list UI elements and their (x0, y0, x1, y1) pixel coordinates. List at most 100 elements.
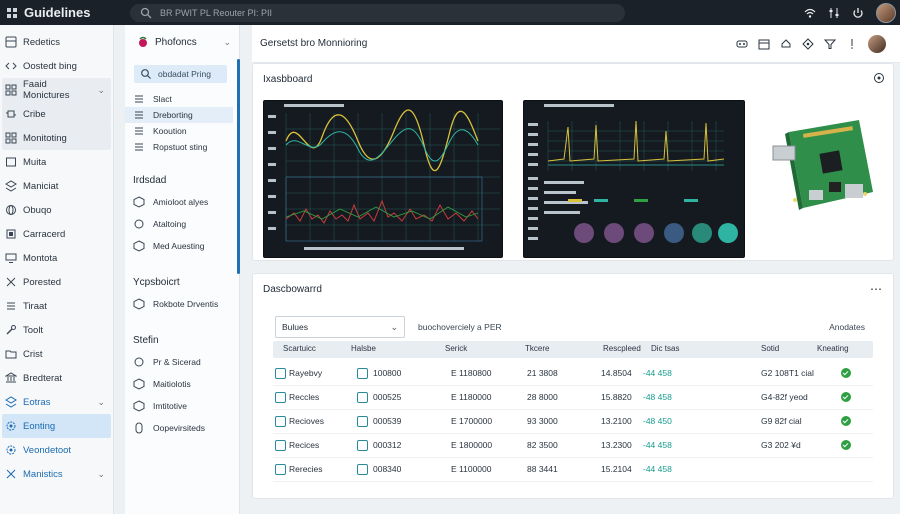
rail-item-16[interactable]: Eonting (2, 414, 111, 438)
column-header[interactable]: Serick (445, 344, 467, 353)
rail-item-5[interactable]: Muita (2, 150, 111, 174)
sidebar-section-4[interactable]: Stefin (125, 329, 239, 351)
row-checkbox[interactable] (275, 464, 286, 475)
column-header[interactable]: Dic tsas (651, 344, 679, 353)
rail-item-label: Oostedt bing (23, 60, 77, 72)
app-brand[interactable]: Guidelines (0, 5, 125, 20)
column-header[interactable]: Halsbe (351, 344, 376, 353)
sidebar-item-group2-1[interactable]: Ataltoing (125, 213, 233, 235)
table-hint: buochoverciely a PER (418, 322, 502, 332)
sidebar-item-group1-2[interactable]: Kooution (125, 123, 233, 139)
rail-item-label: Carracerd (23, 228, 66, 240)
rail-item-9[interactable]: Montota (2, 246, 111, 270)
filter-icon[interactable] (824, 38, 836, 50)
network-icon[interactable] (736, 38, 748, 50)
oscilloscope-panel-1[interactable] (263, 100, 503, 258)
sidebar-item-group4-1[interactable]: Maitiolotis (125, 373, 233, 395)
page-title: Gersetst bro Monnioring (260, 38, 368, 49)
rail-item-17[interactable]: Veondetoot (2, 438, 111, 462)
wifi-icon[interactable] (804, 7, 816, 19)
cube-icon (133, 196, 145, 208)
table-cell: 000525 (373, 392, 402, 402)
rail-item-label: Eonting (23, 420, 56, 432)
sidebar-scrollbar[interactable] (237, 59, 240, 274)
row-checkbox[interactable] (275, 440, 286, 451)
rail-item-label: Obuqo (23, 204, 52, 216)
sidebar-search-text: obdadat Pring (158, 69, 211, 79)
more-icon[interactable]: ⋯ (870, 282, 883, 296)
cube-icon (133, 298, 145, 310)
row-checkbox[interactable] (275, 368, 286, 379)
sidebar-item-label: Oopevirsiteds (153, 423, 205, 433)
table-row[interactable]: Reccles 000525 E 1180000 28 8000 15.8820 -48 … (273, 386, 873, 410)
rail-item-0[interactable]: Redetics (2, 30, 111, 54)
rail-item-7[interactable]: Obuqo (2, 198, 111, 222)
chevron-down-icon: ⌄ (97, 84, 105, 95)
oscilloscope-panel-2[interactable] (523, 100, 745, 258)
row-checkbox[interactable] (357, 392, 368, 403)
settings-sliders-icon[interactable] (828, 7, 840, 19)
rail-item-15[interactable]: Eotras ⌄ (2, 390, 111, 414)
column-header[interactable]: Scartuicc (283, 344, 316, 353)
table-row[interactable]: Recioves 000539 E 1700000 93 3000 13.2100 -48… (273, 410, 873, 434)
cloud-icon[interactable] (780, 38, 792, 50)
column-header[interactable]: Tkcere (525, 344, 549, 353)
help-icon[interactable] (846, 38, 858, 50)
row-checkbox[interactable] (357, 368, 368, 379)
row-checkbox[interactable] (275, 392, 286, 403)
sidebar-item-group1-0[interactable]: Slact (125, 91, 233, 107)
rail-item-8[interactable]: Carracerd (2, 222, 111, 246)
cube-icon (133, 240, 145, 252)
rail-item-label: Redetics (23, 36, 60, 48)
filter-select[interactable]: Bulues ⌄ (275, 316, 405, 338)
sidebar-item-group2-0[interactable]: Amioloot alyes (125, 191, 233, 213)
dashboard-icon (5, 36, 17, 48)
annotations-link[interactable]: Anodates (829, 322, 865, 332)
sidebar-search[interactable]: obdadat Pring (134, 65, 227, 83)
sidebar-item-group2-2[interactable]: Med Auesting (125, 235, 233, 257)
rail-item-13[interactable]: Crist (2, 342, 111, 366)
rail-item-10[interactable]: Porested (2, 270, 111, 294)
dashboard-card: Ixasbboard (252, 63, 894, 261)
calendar-icon[interactable] (758, 38, 770, 50)
row-checkbox[interactable] (357, 416, 368, 427)
sidebar-header[interactable]: Phofoncs ⌄ (125, 25, 239, 59)
sidebar-item-group1-3[interactable]: Ropstuot sting (125, 139, 233, 155)
sidebar-item-group4-3[interactable]: Oopevirsiteds (125, 417, 233, 439)
power-icon[interactable] (852, 7, 864, 19)
rail-item-3[interactable]: Cribe (2, 102, 111, 126)
sidebar-item-group4-2[interactable]: Imtitotive (125, 395, 233, 417)
rail-item-18[interactable]: Manistics ⌄ (2, 462, 111, 486)
sidebar-section-2[interactable]: Irdsdad (125, 169, 239, 191)
row-checkbox[interactable] (275, 416, 286, 427)
diamond-icon[interactable] (802, 37, 814, 50)
column-header[interactable]: Kneating (817, 344, 849, 353)
rail-item-2[interactable]: Faaid Monictures ⌄ (2, 78, 111, 102)
column-header[interactable]: Rescpleed (603, 344, 641, 353)
sidebar-item-group4-0[interactable]: Pr & Sicerad (125, 351, 233, 373)
sidebar-item-group3-0[interactable]: Rokbote Drventis (125, 293, 233, 315)
chevron-down-icon[interactable]: ⌄ (223, 37, 231, 48)
table-row[interactable]: Rayebvy 100800 E 1180800 21 3808 14.8504 -44 … (273, 362, 873, 386)
rail-item-4[interactable]: Monitoting (2, 126, 111, 150)
user-avatar[interactable] (876, 2, 896, 23)
rail-item-6[interactable]: Maniciat (2, 174, 111, 198)
rail-item-14[interactable]: Bredterat (2, 366, 111, 390)
sidebar-item-group1-1[interactable]: Dreborting (125, 107, 233, 123)
rail-item-11[interactable]: Tiraat (2, 294, 111, 318)
table-row[interactable]: Rerecies 008340 E 1100000 88 3441 15.2104 -44… (273, 458, 873, 482)
app-title: Guidelines (24, 5, 91, 20)
sidebar-section-3[interactable]: Ycpsboicrt (125, 271, 239, 293)
sidebar-item-label: Med Auesting (153, 241, 205, 251)
global-search[interactable]: BR PWIT PL Reouter PI: PII (130, 3, 625, 22)
settings-icon[interactable] (873, 72, 885, 84)
row-checkbox[interactable] (357, 440, 368, 451)
table-row[interactable]: Recices 000312 E 1800000 82 3500 13.2300 -44 … (273, 434, 873, 458)
rail-item-1[interactable]: Oostedt bing (2, 54, 111, 78)
cube-icon (133, 400, 145, 412)
user-avatar[interactable] (868, 34, 886, 53)
column-header[interactable]: Sotid (761, 344, 779, 353)
row-checkbox[interactable] (357, 464, 368, 475)
gear-icon (5, 420, 17, 432)
rail-item-12[interactable]: Toolt (2, 318, 111, 342)
